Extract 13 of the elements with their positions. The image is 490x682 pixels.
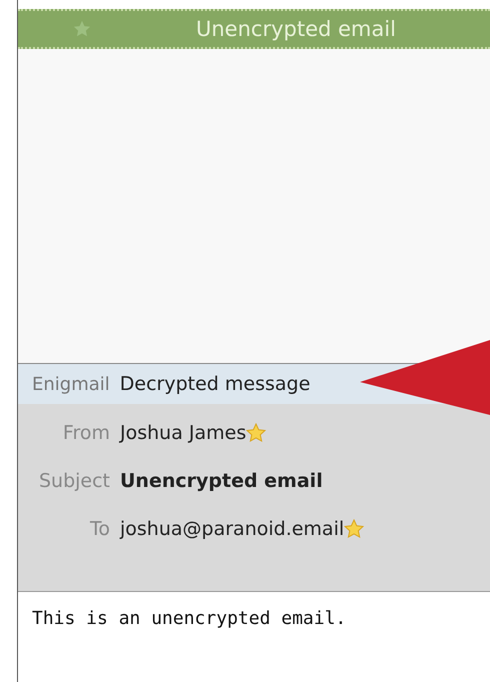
contact-name[interactable]: Joshua James [120,422,246,444]
contact-name[interactable]: joshua@paranoid.email [120,518,344,540]
star-icon[interactable] [344,519,364,539]
security-label: Enigmail [32,374,110,394]
message-title: Unencrypted email [196,17,396,41]
star-icon[interactable] [246,423,266,443]
header-label: Subject [38,470,110,492]
header-label: From [62,422,110,444]
header-label: To [88,518,110,540]
subject-text: Unencrypted email [120,470,323,492]
message-body: This is an unencrypted email. [32,608,346,629]
star-icon[interactable] [73,20,91,38]
security-status: Decrypted message [120,373,310,395]
